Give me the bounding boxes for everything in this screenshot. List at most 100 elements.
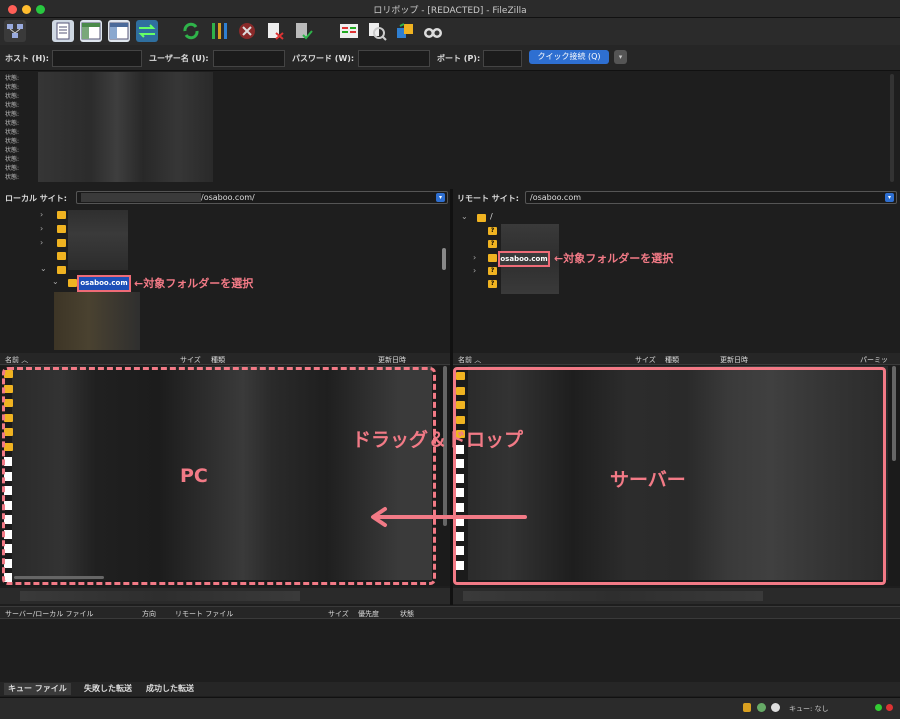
reconnect-icon[interactable] <box>292 20 314 42</box>
disconnect-icon[interactable] <box>264 20 286 42</box>
pc-annotation: PC <box>180 465 208 487</box>
queue-column-local-file[interactable]: サーバー/ローカル ファイル <box>5 609 94 619</box>
local-path-text: /osaboo.com/ <box>201 193 255 202</box>
remote-list-scrollbar[interactable] <box>892 366 896 461</box>
queue-tabs: キュー ファイル 失敗した転送 成功した転送 <box>0 682 900 696</box>
folder-icon <box>477 214 486 222</box>
folder-icon <box>488 254 497 262</box>
folder-icon <box>57 211 66 219</box>
local-list-status <box>0 588 450 604</box>
expand-chevron-icon[interactable]: › <box>40 224 43 233</box>
queue-column-remote-file[interactable]: リモート ファイル <box>175 609 233 619</box>
log-line: 状態: <box>5 147 20 154</box>
folder-icon <box>57 225 66 233</box>
expand-chevron-icon[interactable]: › <box>473 266 476 275</box>
cancel-icon[interactable] <box>236 20 258 42</box>
toolbar <box>0 18 900 45</box>
queue-column-direction[interactable]: 方向 <box>142 609 156 619</box>
tab-failed-transfers[interactable]: 失敗した転送 <box>80 683 136 695</box>
transfer-queue-list <box>0 620 900 682</box>
tab-successful-transfers[interactable]: 成功した転送 <box>142 683 198 695</box>
directory-comparison-icon[interactable] <box>338 20 360 42</box>
queue-column-size[interactable]: サイズ <box>328 609 349 619</box>
filter-status-icon[interactable] <box>771 703 780 712</box>
port-input[interactable] <box>483 50 522 67</box>
log-line: 状態: <box>5 156 20 163</box>
remote-path-input[interactable]: /osaboo.com ▾ <box>525 191 897 204</box>
queue-column-status[interactable]: 状態 <box>400 609 414 619</box>
username-input[interactable] <box>213 50 285 67</box>
remote-select-annotation: ←対象フォルダーを選択 <box>554 252 674 265</box>
local-selected-folder[interactable]: osaboo.com <box>77 275 131 292</box>
log-line: 状態: <box>5 102 20 109</box>
quickconnect-history-dropdown[interactable]: ▾ <box>614 50 627 64</box>
collapse-chevron-icon[interactable]: ⌄ <box>52 277 59 286</box>
toggle-log-icon[interactable] <box>52 20 74 42</box>
local-path-input[interactable]: /osaboo.com/ ▾ <box>76 191 448 204</box>
column-size[interactable]: サイズ <box>635 355 656 365</box>
column-type[interactable]: 種類 <box>211 355 225 365</box>
log-line: 状態: <box>5 111 20 118</box>
local-site-bar: ローカル サイト: /osaboo.com/ ▾ <box>0 189 450 207</box>
toggle-local-tree-icon[interactable] <box>80 20 102 42</box>
folder-icon <box>57 266 66 274</box>
port-label: ポート (P): <box>437 54 481 63</box>
column-type[interactable]: 種類 <box>665 355 679 365</box>
expand-chevron-icon[interactable]: › <box>40 238 43 247</box>
collapse-chevron-icon[interactable]: ⌄ <box>461 212 468 221</box>
collapse-chevron-icon[interactable]: ⌄ <box>40 264 47 273</box>
remote-path-text: /osaboo.com <box>530 193 582 202</box>
local-file-list-header: 名前 ︿ サイズ 種類 更新日時 <box>0 353 450 365</box>
toggle-remote-tree-icon[interactable] <box>108 20 130 42</box>
local-file-list <box>0 366 450 586</box>
quickconnect-button[interactable]: クイック接続 (Q) <box>529 50 609 64</box>
unknown-folder-icon: ? <box>488 240 497 248</box>
column-name[interactable]: 名前 ︿ <box>458 355 481 365</box>
process-queue-icon[interactable] <box>208 20 230 42</box>
send-indicator-icon <box>875 704 882 711</box>
column-name[interactable]: 名前 ︿ <box>5 355 28 365</box>
log-scrollbar[interactable] <box>890 74 894 182</box>
folder-icon <box>68 279 77 287</box>
log-line: 状態: <box>5 165 20 172</box>
host-input[interactable] <box>52 50 142 67</box>
remote-selected-folder[interactable]: osaboo.com <box>498 251 550 267</box>
expand-chevron-icon[interactable]: › <box>40 210 43 219</box>
site-manager-icon[interactable] <box>4 20 26 42</box>
queue-status: キュー: なし <box>789 705 829 713</box>
sort-ascending-icon: ︿ <box>474 356 482 364</box>
column-modified[interactable]: 更新日時 <box>720 355 748 365</box>
host-label: ホスト (H): <box>5 54 49 63</box>
remote-root: / <box>490 212 493 221</box>
refresh-icon[interactable] <box>180 20 202 42</box>
redacted-tree-items <box>68 210 128 270</box>
remote-site-bar: リモート サイト: /osaboo.com ▾ <box>453 189 900 207</box>
local-path-dropdown-icon[interactable]: ▾ <box>436 193 445 202</box>
remote-list-status <box>453 588 900 604</box>
search-files-icon[interactable] <box>422 20 444 42</box>
password-label: パスワード (W): <box>292 54 355 63</box>
queue-column-priority[interactable]: 優先度 <box>358 609 379 619</box>
redacted-tree-items <box>54 292 140 350</box>
speed-limit-icon[interactable] <box>757 703 766 712</box>
column-size[interactable]: サイズ <box>180 355 201 365</box>
column-modified[interactable]: 更新日時 <box>378 355 406 365</box>
unknown-folder-icon: ? <box>488 280 497 288</box>
tab-queued-files[interactable]: キュー ファイル <box>4 683 71 695</box>
column-permissions[interactable]: パーミッ <box>860 355 888 365</box>
sync-browsing-icon[interactable] <box>394 20 416 42</box>
log-line: 状態: <box>5 75 20 82</box>
remote-file-list-header: 名前 ︿ サイズ 種類 更新日時 パーミッ <box>453 353 900 365</box>
lock-icon <box>743 703 751 712</box>
filter-icon[interactable] <box>366 20 388 42</box>
local-site-label: ローカル サイト: <box>5 194 67 203</box>
local-tree-scrollbar[interactable] <box>442 248 446 270</box>
log-line: 状態: <box>5 174 20 181</box>
remote-site-label: リモート サイト: <box>457 194 519 203</box>
password-input[interactable] <box>358 50 430 67</box>
remote-path-dropdown-icon[interactable]: ▾ <box>885 193 894 202</box>
local-directory-tree: › › › ⌄ ⌄ osaboo.com ←対象フォルダーを選択 <box>0 208 450 352</box>
expand-chevron-icon[interactable]: › <box>473 253 476 262</box>
transfer-queue-icon[interactable] <box>136 20 158 42</box>
local-horizontal-scrollbar[interactable] <box>14 576 104 579</box>
